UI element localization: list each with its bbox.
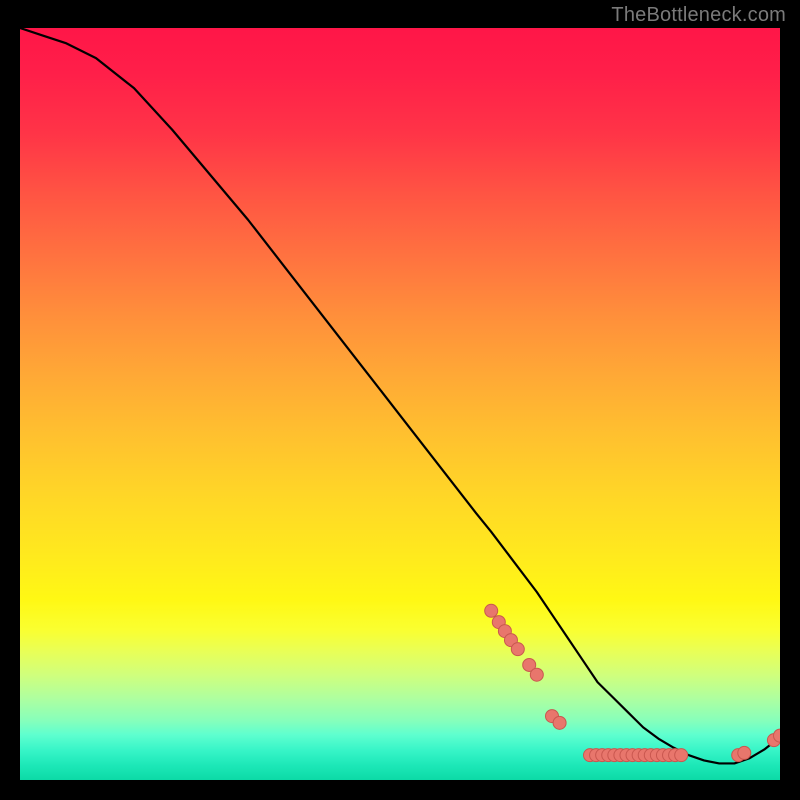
data-marker bbox=[738, 746, 751, 759]
data-marker bbox=[675, 749, 688, 762]
chart-frame: TheBottleneck.com bbox=[0, 0, 800, 800]
attribution-text: TheBottleneck.com bbox=[611, 4, 786, 27]
data-markers bbox=[485, 604, 780, 761]
data-marker bbox=[530, 668, 543, 681]
data-marker bbox=[511, 643, 524, 656]
data-marker bbox=[485, 604, 498, 617]
plot-area bbox=[20, 28, 780, 780]
chart-svg bbox=[20, 28, 780, 780]
data-marker bbox=[553, 716, 566, 729]
bottleneck-curve bbox=[20, 28, 780, 763]
